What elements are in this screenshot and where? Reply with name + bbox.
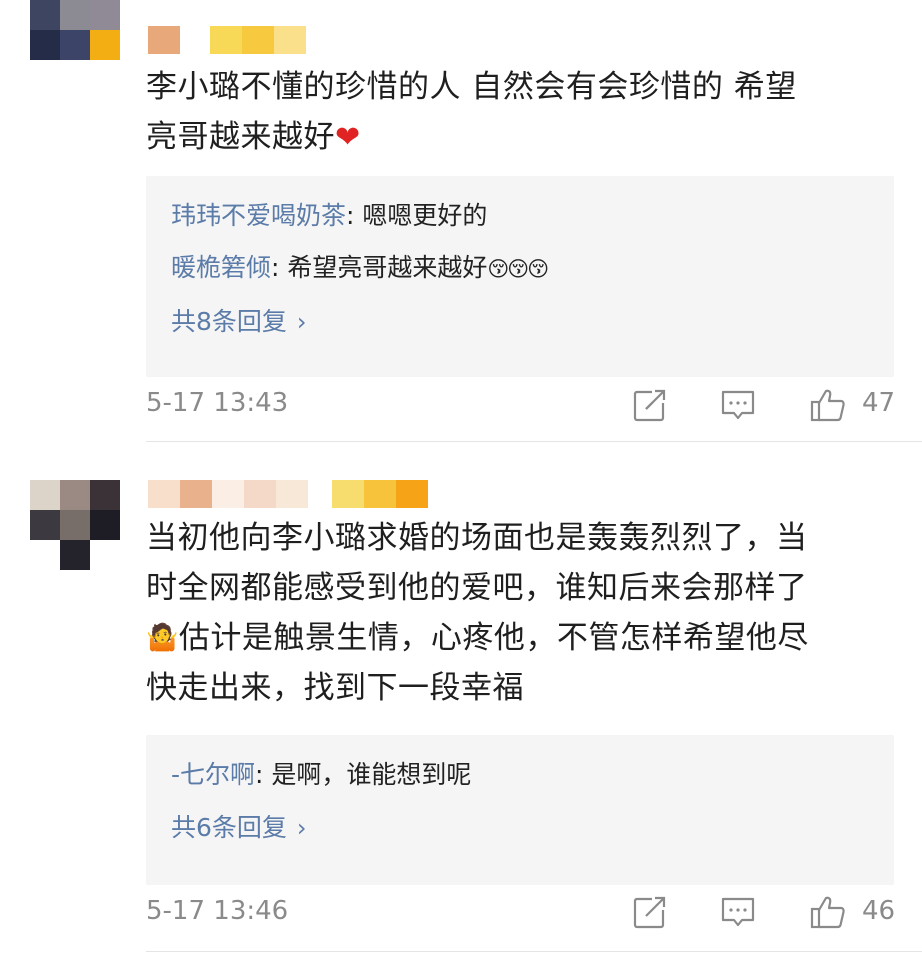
name-pixel [148,480,180,508]
avatar-pixel [60,540,90,570]
reply-username[interactable]: 玮玮不爱喝奶茶 [171,201,346,230]
share-icon[interactable] [632,894,668,930]
avatar-pixel [30,30,60,60]
name-pixel [396,480,428,508]
chevron-right-icon: › [296,814,307,842]
more-replies-label: 共6条回复 [171,813,287,842]
avatar-pixel [90,540,120,570]
avatar-pixel [90,480,120,510]
more-replies-link[interactable]: 共6条回复 › [171,801,894,855]
comment-icon[interactable] [720,894,756,930]
reply-username[interactable]: 暖桅箬倾 [171,253,271,282]
reply-box[interactable]: 玮玮不爱喝奶茶: 嗯嗯更好的 暖桅箬倾: 希望亮哥越来越好😚😚😚 共8条回复 › [146,176,894,377]
avatar-pixel [30,60,60,90]
avatar-pixel [30,510,60,540]
reply-text: 是啊，谁能想到呢 [271,760,472,789]
comment-text-line: 当初他向李小璐求婚的场面也是轰轰烈烈了，当 [146,520,808,556]
comment-text-line: 快走出来，找到下一段幸福 [146,670,524,706]
shrug-icon: 🤷 [146,623,179,653]
username-redacted[interactable] [148,480,428,508]
name-pixel [180,480,212,508]
reply-separator: : [346,201,363,230]
avatar[interactable] [30,0,120,90]
comment-icon[interactable] [720,387,756,423]
avatar-pixel [60,0,90,30]
more-replies-link[interactable]: 共8条回复 › [171,295,894,349]
more-replies-label: 共8条回复 [171,307,287,336]
like-count: 46 [862,896,896,926]
name-pixel [242,26,274,54]
divider [146,951,922,952]
name-pixel [180,26,210,54]
avatar-pixel [90,60,120,90]
name-pixel [210,26,242,54]
reply-separator: : [271,253,288,282]
comment-item: 当初他向李小璐求婚的场面也是轰轰烈烈了，当 时全网都能感受到他的爱吧，谁知后来会… [0,442,922,974]
thumbs-up-icon[interactable] [810,387,846,423]
like-count: 47 [862,388,896,418]
name-pixel [276,480,308,508]
name-pixel [148,26,180,54]
comment-item: 李小璐不懂的珍惜的人 自然会有会珍惜的 希望 亮哥越来越好❤ 玮玮不爱喝奶茶: … [0,0,922,442]
avatar-pixel [60,60,90,90]
avatar-pixel [90,0,120,30]
name-pixel [332,480,364,508]
reply-box[interactable]: -七尔啊: 是啊，谁能想到呢 共6条回复 › [146,735,894,885]
name-pixel [308,480,332,508]
comment-text-line: 估计是触景生情，心疼他，不管怎样希望他尽 [178,620,809,656]
avatar-pixel [30,540,60,570]
heart-icon: ❤ [335,120,361,155]
comment-text-line: 李小璐不懂的珍惜的人 自然会有会珍惜的 希望 [146,69,797,105]
chevron-right-icon: › [296,308,307,336]
reply-text: 嗯嗯更好的 [362,201,488,230]
emoji-icon: 😚😚😚 [487,257,549,281]
avatar-pixel [60,480,90,510]
thumbs-up-icon[interactable] [810,894,846,930]
comment-text: 当初他向李小璐求婚的场面也是轰轰烈烈了，当 时全网都能感受到他的爱吧，谁知后来会… [146,513,882,713]
avatar-pixel [30,0,60,30]
timestamp: 5-17 13:46 [146,896,289,926]
avatar-pixel [60,30,90,60]
comment-text-line: 亮哥越来越好 [146,119,335,155]
reply-item: 玮玮不爱喝奶茶: 嗯嗯更好的 [171,190,894,242]
comment-text-line: 时全网都能感受到他的爱吧，谁知后来会那样了 [146,570,808,606]
name-pixel [364,480,396,508]
name-pixel [274,26,306,54]
name-pixel [212,480,244,508]
share-icon[interactable] [632,387,668,423]
reply-text: 希望亮哥越来越好 [287,253,488,282]
avatar-pixel [90,510,120,540]
reply-username[interactable]: -七尔啊 [171,760,255,789]
timestamp: 5-17 13:43 [146,388,289,418]
username-redacted[interactable] [148,26,306,54]
comment-text: 李小璐不懂的珍惜的人 自然会有会珍惜的 希望 亮哥越来越好❤ [146,62,882,163]
avatar[interactable] [30,480,120,570]
avatar-pixel [30,480,60,510]
avatar-pixel [60,510,90,540]
name-pixel [244,480,276,508]
reply-item: 暖桅箬倾: 希望亮哥越来越好😚😚😚 [171,242,894,295]
reply-separator: : [255,760,272,789]
reply-item: -七尔啊: 是啊，谁能想到呢 [171,749,894,801]
avatar-pixel [90,30,120,60]
